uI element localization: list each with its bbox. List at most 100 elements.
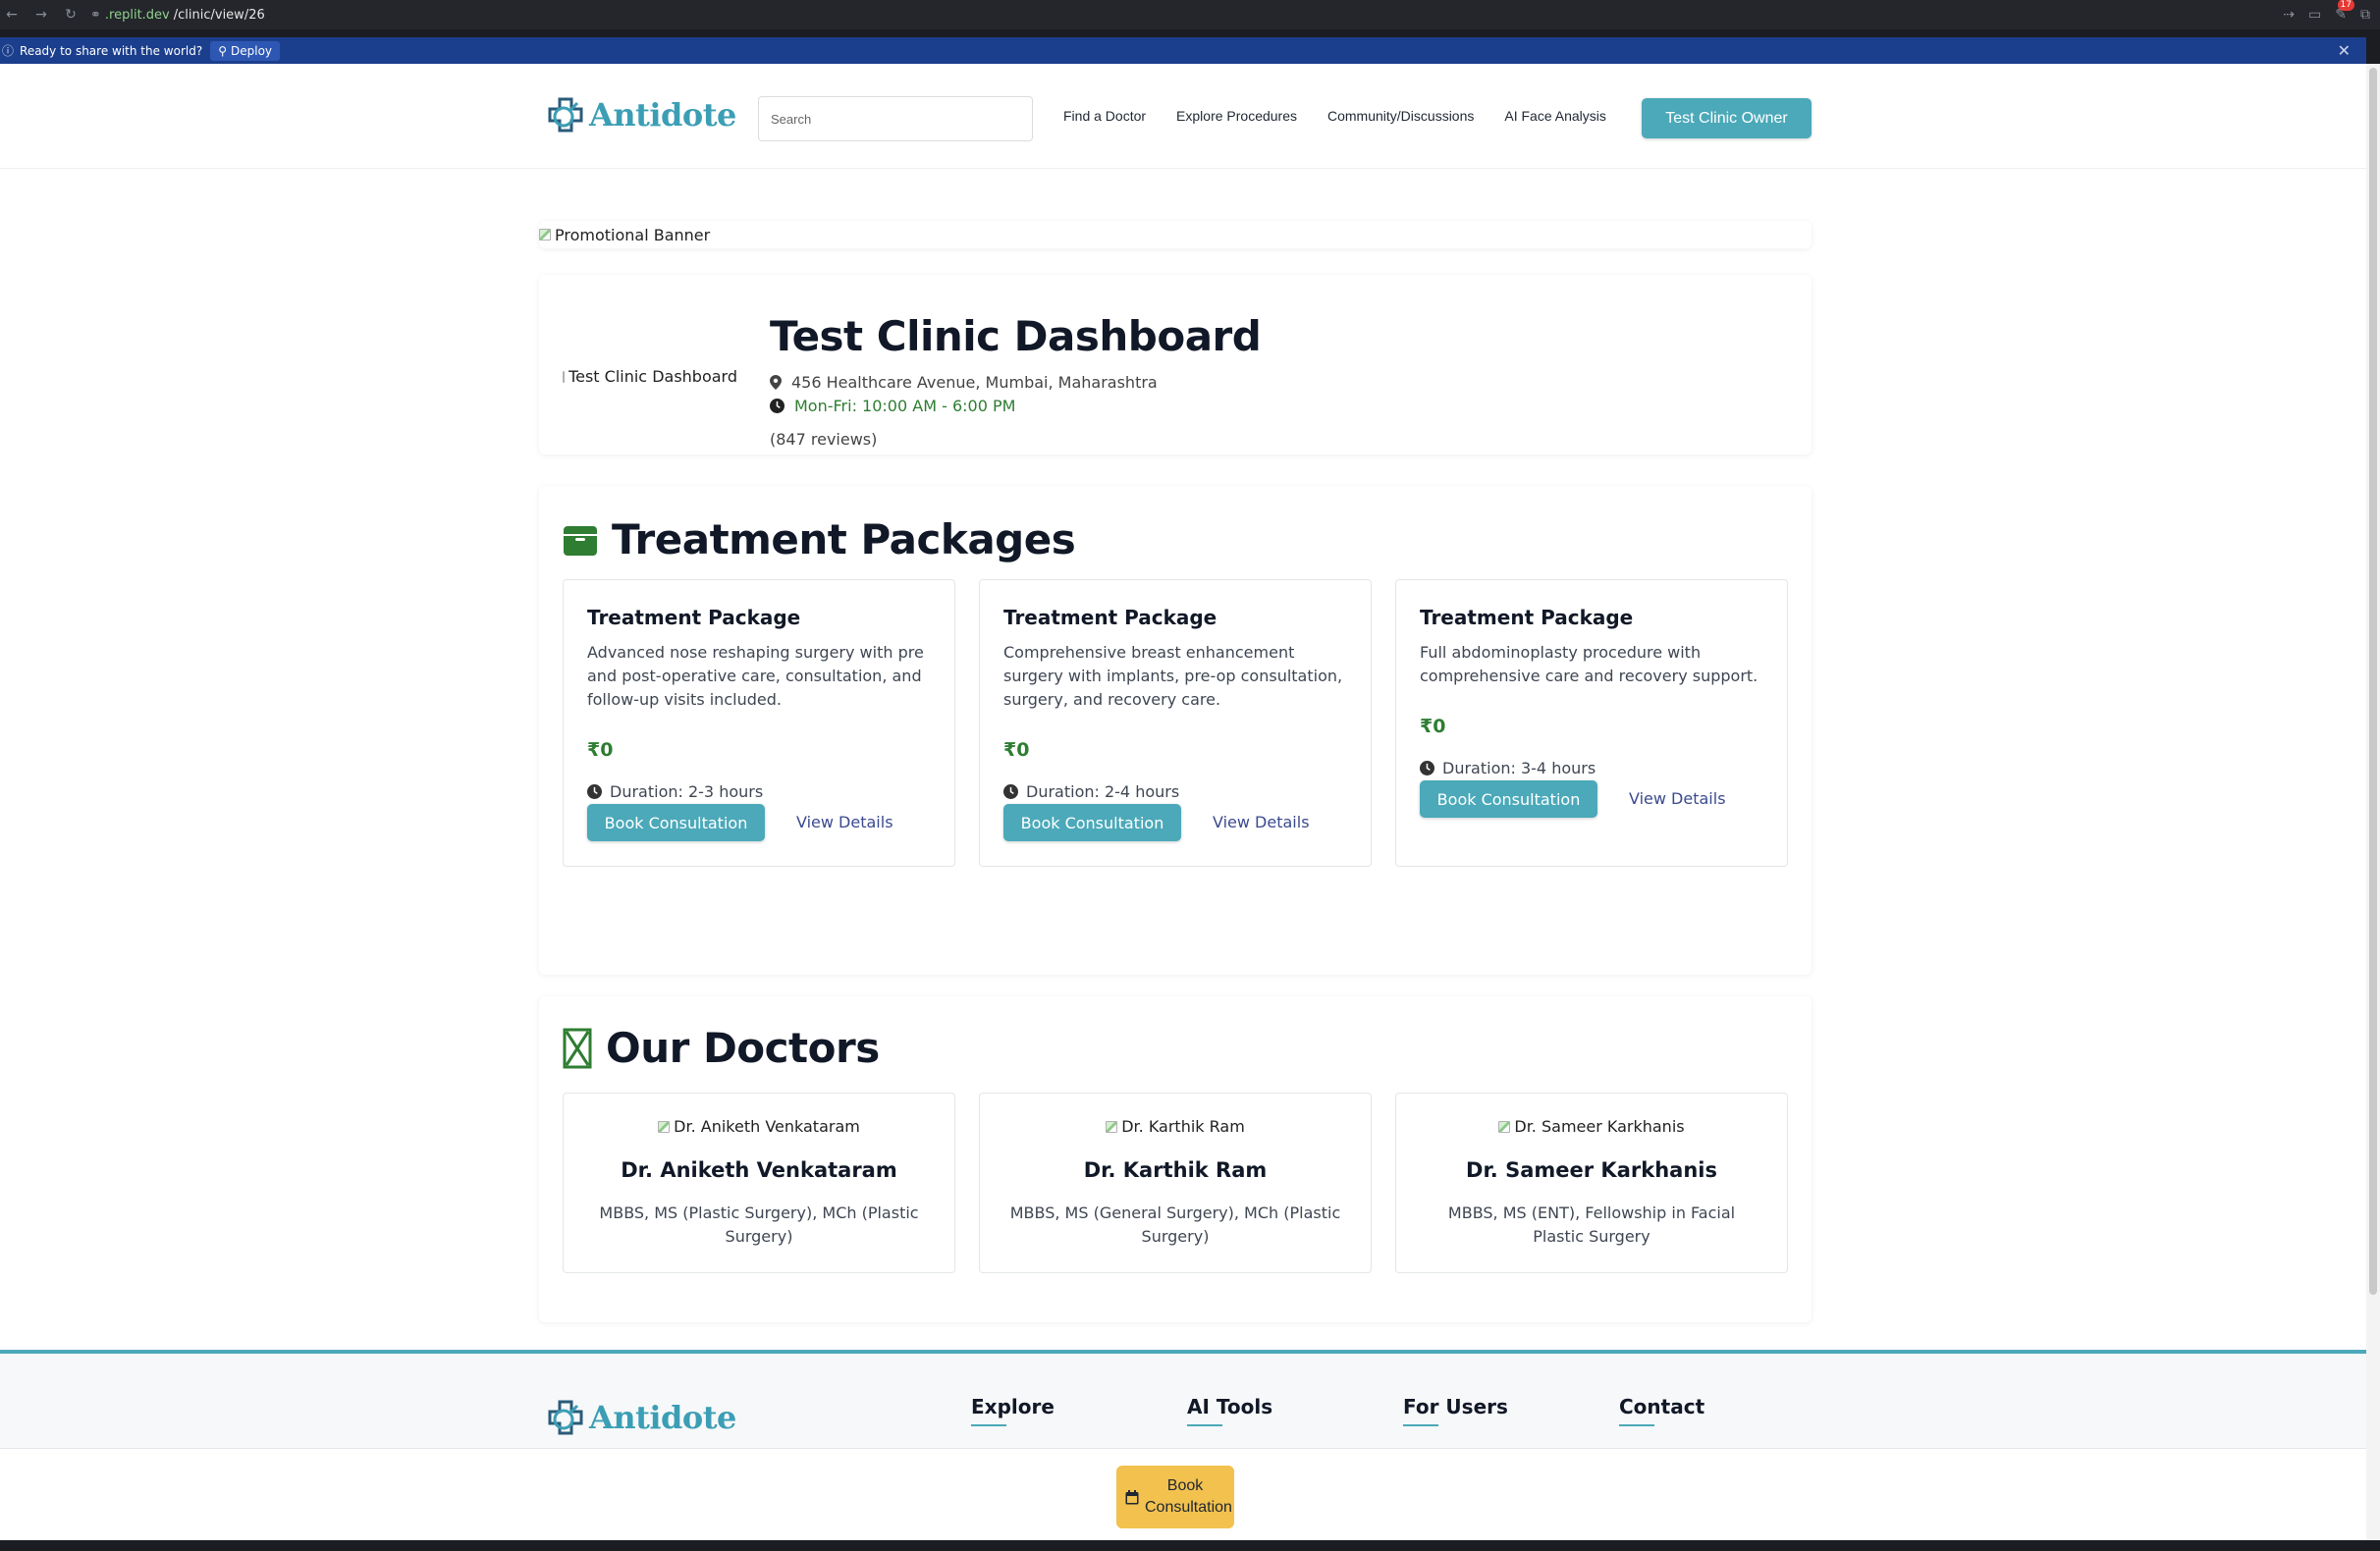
reload-icon[interactable]: ↻ [63, 7, 79, 23]
url-host: .replit.dev [104, 7, 170, 23]
clock-icon [587, 784, 602, 799]
browser-nav: ← → ↻ [4, 7, 79, 23]
nav-explore-procedures[interactable]: Explore Procedures [1176, 108, 1297, 124]
clinic-logo-alt: Test Clinic Dashboard [568, 367, 737, 386]
forward-icon[interactable]: → [33, 7, 49, 23]
deploy-banner: ⓘ Ready to share with the world? ⚲ Deploy… [0, 37, 2366, 64]
footer-brand-name: Antidote [589, 1399, 736, 1436]
page-scrollbar[interactable] [2366, 64, 2380, 1540]
package-card: Treatment Package Comprehensive breast e… [979, 579, 1372, 867]
banner-image: Promotional Banner [539, 226, 710, 244]
clock-icon [770, 399, 784, 413]
book-consultation-button[interactable]: Book Consultation [1420, 780, 1597, 818]
main-nav: Find a Doctor Explore Procedures Communi… [1063, 108, 1606, 124]
share-icon[interactable]: ⇢ [2283, 7, 2295, 23]
package-title: Treatment Package [1420, 606, 1634, 629]
package-price: ₹0 [1420, 716, 1446, 737]
doctor-card[interactable]: Dr. Karthik Ram Dr. Karthik Ram MBBS, MS… [979, 1093, 1372, 1273]
footer-heading-for-users: For Users [1403, 1395, 1508, 1426]
clinic-address-text: 456 Healthcare Avenue, Mumbai, Maharasht… [791, 373, 1158, 392]
calendar-icon [1125, 1489, 1139, 1504]
doctor-photo-alt: Dr. Sameer Karkhanis [1514, 1117, 1685, 1136]
footer-heading-contact: Contact [1619, 1395, 1704, 1426]
clinic-hours-text: Mon-Fri: 10:00 AM - 6:00 PM [794, 397, 1016, 415]
deploy-label: Deploy [231, 43, 273, 58]
doctors-title: Our Doctors [606, 1024, 880, 1072]
clinic-reviews: (847 reviews) [770, 430, 878, 449]
sticky-booking-bar: Book Consultation [0, 1448, 2366, 1540]
clinic-address: 456 Healthcare Avenue, Mumbai, Maharasht… [770, 373, 1158, 392]
package-card: Treatment Package Advanced nose reshapin… [563, 579, 955, 867]
book-consultation-button[interactable]: Book Consultation [587, 804, 765, 841]
map-pin-icon [770, 375, 782, 390]
doctor-photo: Dr. Sameer Karkhanis [1396, 1117, 1787, 1136]
footer-heading-ai-tools: AI Tools [1187, 1395, 1272, 1426]
scrollbar-thumb[interactable] [2369, 68, 2377, 1295]
view-details-link[interactable]: View Details [1213, 813, 1310, 831]
package-duration: Duration: 3-4 hours [1420, 759, 1596, 777]
package-price: ₹0 [1003, 739, 1030, 761]
extension-icon[interactable]: ✎ 17 [2335, 0, 2354, 23]
sticky-book-consultation-button[interactable]: Book Consultation [1116, 1466, 1234, 1528]
book-consultation-button[interactable]: Book Consultation [1003, 804, 1181, 841]
section-heading: Treatment Packages [563, 515, 1076, 563]
broken-image-icon [539, 229, 551, 241]
clinic-owner-button[interactable]: Test Clinic Owner [1642, 98, 1812, 138]
doctor-card[interactable]: Dr. Sameer Karkhanis Dr. Sameer Karkhani… [1395, 1093, 1788, 1273]
search-input[interactable] [758, 96, 1033, 141]
package-description: Comprehensive breast enhancement surgery… [1003, 643, 1343, 709]
doctor-photo: Dr. Karthik Ram [980, 1117, 1371, 1136]
broken-image-icon [563, 370, 566, 383]
hourglass-icon [563, 1028, 592, 1068]
url-path: /clinic/view/26 [173, 7, 265, 23]
doctor-card[interactable]: Dr. Aniketh Venkataram Dr. Aniketh Venka… [563, 1093, 955, 1273]
nav-find-doctor[interactable]: Find a Doctor [1063, 108, 1146, 124]
deploy-button[interactable]: ⚲ Deploy [210, 40, 281, 61]
doctor-photo-alt: Dr. Aniketh Venkataram [674, 1117, 860, 1136]
info-icon: ⓘ [2, 44, 15, 58]
broken-image-icon [658, 1120, 671, 1133]
package-duration: Duration: 2-3 hours [587, 782, 763, 801]
open-external-icon[interactable]: ⧉ [2360, 7, 2370, 23]
deploy-message: Ready to share with the world? [20, 43, 203, 58]
doctor-qualifications: MBBS, MS (ENT), Fellowship in Facial Pla… [1447, 1203, 1736, 1246]
package-description: Full abdominoplasty procedure with compr… [1420, 643, 1758, 685]
nav-ai-face-analysis[interactable]: AI Face Analysis [1504, 108, 1606, 124]
back-icon[interactable]: ← [4, 7, 20, 23]
doctor-name: Dr. Sameer Karkhanis [1466, 1158, 1717, 1182]
cross-logo-icon [548, 1400, 583, 1435]
footer-heading-explore: Explore [971, 1395, 1055, 1426]
page-viewport: Antidote Find a Doctor Explore Procedure… [0, 64, 2366, 1540]
brand-logo[interactable]: Antidote [546, 95, 736, 134]
rocket-icon: ⚲ [218, 43, 228, 58]
clock-icon [1420, 761, 1434, 776]
doctor-name: Dr. Aniketh Venkataram [621, 1158, 897, 1182]
sticky-book-label: Book Consultation [1145, 1477, 1232, 1516]
clinic-logo: Test Clinic Dashboard [563, 367, 737, 386]
view-details-link[interactable]: View Details [1629, 789, 1726, 808]
cross-logo-icon [548, 97, 583, 133]
nav-community[interactable]: Community/Discussions [1327, 108, 1474, 124]
clinic-hours: Mon-Fri: 10:00 AM - 6:00 PM [770, 397, 1015, 415]
site-header: Antidote Find a Doctor Explore Procedure… [0, 64, 2366, 169]
treatment-packages-section: Treatment Packages Treatment Package Adv… [539, 486, 1812, 975]
broken-image-icon [1106, 1120, 1118, 1133]
cast-icon[interactable]: ▭ [2308, 7, 2321, 23]
doctor-photo-alt: Dr. Karthik Ram [1121, 1117, 1245, 1136]
link-icon: ⚭ [90, 7, 101, 23]
view-details-link[interactable]: View Details [796, 813, 893, 831]
doctor-photo: Dr. Aniketh Venkataram [564, 1117, 954, 1136]
doctor-qualifications: MBBS, MS (General Surgery), MCh (Plastic… [1009, 1203, 1341, 1246]
close-icon[interactable]: ✕ [2338, 41, 2351, 60]
footer-logo[interactable]: Antidote [546, 1398, 736, 1437]
package-duration-text: Duration: 2-4 hours [1026, 782, 1180, 801]
package-price: ₹0 [587, 739, 614, 761]
package-card: Treatment Package Full abdominoplasty pr… [1395, 579, 1788, 867]
our-doctors-section: Our Doctors Dr. Aniketh Venkataram Dr. A… [539, 996, 1812, 1322]
box-icon [564, 525, 597, 556]
brand-name: Antidote [589, 96, 736, 134]
address-bar[interactable]: ⚭ .replit.dev/clinic/view/26 [90, 8, 265, 23]
extension-count-badge: 17 [2337, 0, 2354, 11]
browser-actions: ⇢ ▭ ✎ 17 ⧉ [2283, 0, 2370, 29]
browser-toolbar: ← → ↻ ⚭ .replit.dev/clinic/view/26 ⇢ ▭ ✎… [0, 0, 2380, 29]
